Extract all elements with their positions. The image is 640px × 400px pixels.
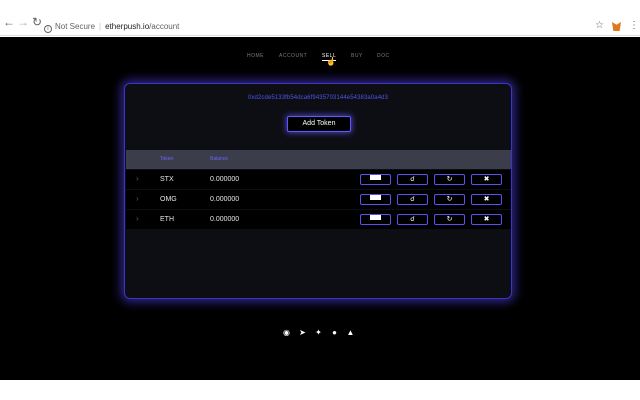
twitter-icon[interactable]: ✦	[314, 328, 323, 337]
card-icon	[370, 175, 381, 180]
info-icon[interactable]: i	[44, 25, 52, 33]
card-button[interactable]	[360, 174, 391, 185]
url-host: etherpush.io	[105, 22, 150, 31]
chevron-right-icon[interactable]: ›	[136, 174, 139, 184]
unlock-button[interactable]: ☌	[397, 214, 428, 225]
card-button[interactable]	[360, 194, 391, 205]
card-icon	[370, 195, 381, 200]
refresh-icon: ↻	[446, 176, 453, 183]
refresh-icon: ↻	[446, 216, 453, 223]
browser-toolbar: ← → ↻ i Not Secure | etherpush.io/account ☆…	[0, 0, 640, 36]
nav-account[interactable]: ACCOUNT	[279, 53, 307, 59]
remove-button[interactable]: ✖	[471, 174, 502, 185]
metamask-extension-icon[interactable]	[612, 22, 621, 31]
bottom-strip	[0, 380, 640, 400]
security-label: Not Secure	[55, 22, 96, 31]
page-content: HOME ACCOUNT SELL BUY DOC ☝ 0xd2cde5133f…	[0, 37, 640, 380]
close-icon: ✖	[483, 216, 490, 223]
table-row: › STX 0.000000 ☌ ↻ ✖	[126, 170, 511, 189]
nav-buy[interactable]: BUY	[351, 53, 363, 59]
wallet-address[interactable]: 0xd2cde5133fb54dca6f9435703144e54383a0a4…	[125, 95, 511, 101]
token-symbol: ETH	[160, 216, 174, 223]
column-header-token: Token	[160, 156, 174, 162]
token-balance: 0.000000	[210, 216, 240, 223]
card-icon	[370, 215, 381, 220]
nav-doc[interactable]: DOC	[377, 53, 390, 59]
address-bar[interactable]: i Not Secure | etherpush.io/account	[44, 19, 604, 35]
unlock-icon: ☌	[410, 176, 415, 183]
table-row: › OMG 0.000000 ☌ ↻ ✖	[126, 190, 511, 209]
card-button[interactable]	[360, 214, 391, 225]
social-links: ◉ ➤ ✦ ● ▲	[282, 328, 362, 338]
url-separator: |	[99, 22, 102, 31]
nav-home[interactable]: HOME	[247, 53, 264, 59]
close-icon: ✖	[483, 176, 490, 183]
table-header: Token Balance	[126, 150, 511, 169]
back-icon[interactable]: ←	[3, 16, 15, 28]
token-symbol: STX	[160, 176, 174, 183]
refresh-button[interactable]: ↻	[434, 194, 465, 205]
refresh-icon: ↻	[446, 196, 453, 203]
account-panel: 0xd2cde5133fb54dca6f9435703144e54383a0a4…	[124, 83, 512, 299]
chevron-right-icon[interactable]: ›	[136, 214, 139, 224]
close-icon: ✖	[483, 196, 490, 203]
remove-button[interactable]: ✖	[471, 214, 502, 225]
telegram-icon[interactable]: ➤	[298, 328, 307, 337]
star-icon[interactable]: ☆	[595, 21, 604, 31]
url-path: /account	[149, 22, 180, 31]
hand-cursor-icon: ☝	[326, 57, 336, 66]
refresh-button[interactable]: ↻	[434, 214, 465, 225]
unlock-icon: ☌	[410, 196, 415, 203]
kebab-menu-icon[interactable]: ⋮	[629, 20, 639, 32]
chevron-right-icon[interactable]: ›	[136, 194, 139, 204]
token-balance: 0.000000	[210, 196, 240, 203]
reload-icon[interactable]: ↻	[31, 16, 43, 28]
column-header-balance: Balance	[210, 156, 229, 162]
site-nav: HOME ACCOUNT SELL BUY DOC	[0, 53, 640, 63]
token-symbol: OMG	[160, 196, 177, 203]
github-icon[interactable]: ◉	[282, 328, 291, 337]
remove-button[interactable]: ✖	[471, 194, 502, 205]
token-balance: 0.000000	[210, 176, 240, 183]
unlock-button[interactable]: ☌	[397, 194, 428, 205]
wechat-icon[interactable]: ●	[330, 328, 339, 337]
unlock-icon: ☌	[410, 216, 415, 223]
refresh-button[interactable]: ↻	[434, 174, 465, 185]
qq-icon[interactable]: ▲	[346, 328, 355, 337]
unlock-button[interactable]: ☌	[397, 174, 428, 185]
add-token-button[interactable]: Add Token	[287, 116, 351, 132]
table-row: › ETH 0.000000 ☌ ↻ ✖	[126, 210, 511, 229]
forward-icon[interactable]: →	[17, 16, 29, 28]
